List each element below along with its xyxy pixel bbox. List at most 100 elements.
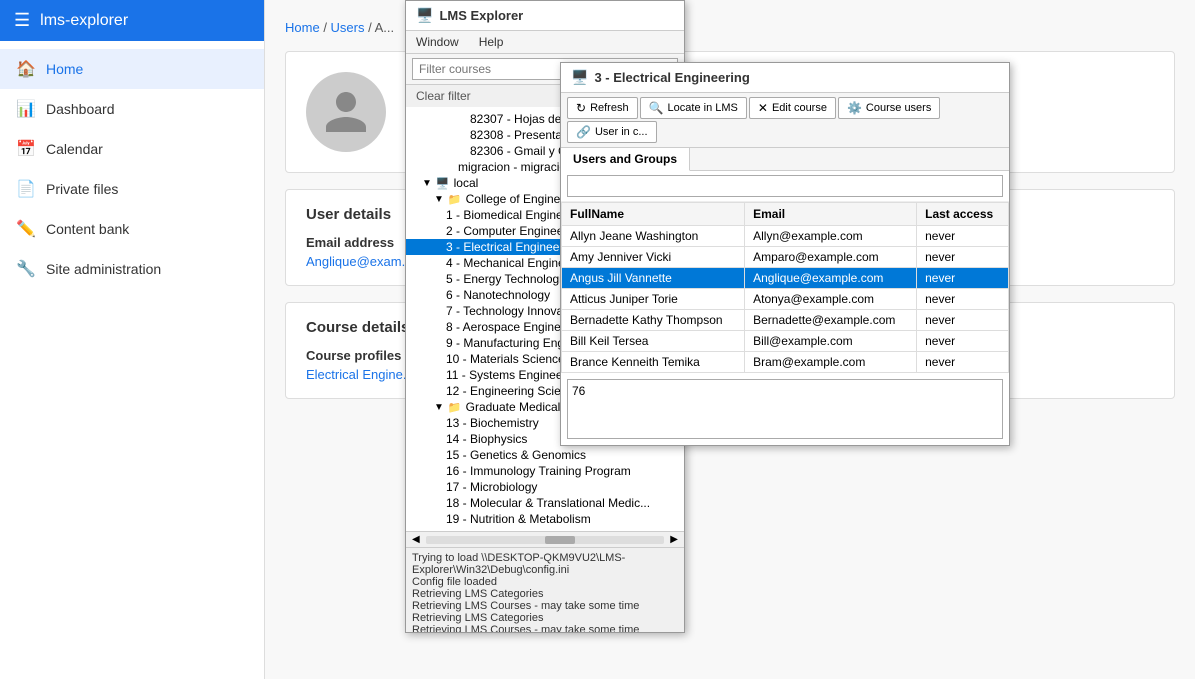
lms-title-bar: 🖥️ LMS Explorer xyxy=(406,1,684,31)
tree-item-microbiology[interactable]: 17 - Microbiology xyxy=(406,479,684,495)
scroll-left-arrow[interactable]: ◀ xyxy=(408,534,424,545)
cell-email: Atonya@example.com xyxy=(745,289,917,310)
status-line-1: Trying to load \\DESKTOP-QKM9VU2\LMS-Exp… xyxy=(412,552,678,576)
college-icon: 📁 xyxy=(448,193,462,206)
sidebar-header: ☰ lms-explorer xyxy=(0,0,264,41)
ee-window: 🖥️ 3 - Electrical Engineering ↻ Refresh … xyxy=(560,62,1010,446)
table-row[interactable]: Brance Kenneith Temika Bram@example.com … xyxy=(562,352,1009,373)
status-line-2: Config file loaded xyxy=(412,576,678,588)
cell-email: Bram@example.com xyxy=(745,352,917,373)
main-content: Home / Users / A... User details Email a… xyxy=(265,0,1195,679)
lms-clear-filter-button[interactable]: Clear filter xyxy=(412,87,475,105)
ee-edit-course-button[interactable]: ✕ Edit course xyxy=(749,97,836,119)
sidebar-item-dashboard[interactable]: 📊 Dashboard xyxy=(0,89,264,129)
cell-fullname: Allyn Jeane Washington xyxy=(562,226,745,247)
tree-item-nutrition[interactable]: 19 - Nutrition & Metabolism xyxy=(406,511,684,527)
table-row[interactable]: Allyn Jeane Washington Allyn@example.com… xyxy=(562,226,1009,247)
lms-menu-window[interactable]: Window xyxy=(406,31,469,53)
lms-title-icon: 🖥️ xyxy=(416,7,433,24)
sidebar-item-calendar-label: Calendar xyxy=(46,141,103,157)
ee-search-input[interactable] xyxy=(567,175,1003,197)
avatar-icon xyxy=(321,87,371,137)
content-bank-icon: ✏️ xyxy=(16,219,36,239)
status-line-5: Retrieving LMS Categories xyxy=(412,612,678,624)
sidebar-item-calendar[interactable]: 📅 Calendar xyxy=(0,129,264,169)
cell-fullname: Bill Keil Tersea xyxy=(562,331,745,352)
ee-toolbar: ↻ Refresh 🔍 Locate in LMS ✕ Edit course … xyxy=(561,93,1009,148)
hamburger-menu[interactable]: ☰ xyxy=(14,10,30,31)
table-row[interactable]: Amy Jenniver Vicki Amparo@example.com ne… xyxy=(562,247,1009,268)
grad-icon: 📁 xyxy=(448,401,462,414)
cell-email: Amparo@example.com xyxy=(745,247,917,268)
file-icon: 📄 xyxy=(16,179,36,199)
cell-fullname: Brance Kenneith Temika xyxy=(562,352,745,373)
cell-access: never xyxy=(917,310,1009,331)
tree-item-molecular[interactable]: 18 - Molecular & Translational Medic... xyxy=(406,495,684,511)
cell-fullname: Angus Jill Vannette xyxy=(562,268,745,289)
ee-title-icon: 🖥️ xyxy=(571,69,588,86)
college-toggle: ▼ xyxy=(434,194,444,205)
sidebar-item-home[interactable]: 🏠 Home xyxy=(0,49,264,89)
ee-content: FullName Email Last access Allyn Jeane W… xyxy=(561,171,1009,445)
breadcrumb-home[interactable]: Home xyxy=(285,20,320,35)
cell-email: Allyn@example.com xyxy=(745,226,917,247)
status-line-4: Retrieving LMS Courses - may take some t… xyxy=(412,600,678,612)
refresh-label: Refresh xyxy=(590,102,629,114)
ee-course-users-button[interactable]: ⚙️ Course users xyxy=(838,97,940,119)
cell-email: Bill@example.com xyxy=(745,331,917,352)
ee-number-value: 76 xyxy=(572,384,585,398)
local-icon: 🖥️ xyxy=(436,177,450,190)
sidebar-item-dashboard-label: Dashboard xyxy=(46,101,115,117)
lms-menubar: Window Help xyxy=(406,31,684,54)
sidebar-item-site-admin[interactable]: 🔧 Site administration xyxy=(0,249,264,289)
col-fullname: FullName xyxy=(562,203,745,226)
local-toggle: ▼ xyxy=(422,178,432,189)
ee-locate-button[interactable]: 🔍 Locate in LMS xyxy=(640,97,747,119)
cell-access: never xyxy=(917,268,1009,289)
ee-title: 3 - Electrical Engineering xyxy=(594,70,749,85)
scroll-right-arrow[interactable]: ▶ xyxy=(666,534,682,545)
cell-access: never xyxy=(917,352,1009,373)
app-title: lms-explorer xyxy=(40,12,128,30)
sidebar-item-home-label: Home xyxy=(46,61,83,77)
status-line-6: Retrieving LMS Courses - may take some t… xyxy=(412,624,678,632)
cell-email: Bernadette@example.com xyxy=(745,310,917,331)
sidebar-nav: 🏠 Home 📊 Dashboard 📅 Calendar 📄 Private … xyxy=(0,41,264,297)
lms-menu-help[interactable]: Help xyxy=(469,31,514,53)
tree-item-genetics[interactable]: 15 - Genetics & Genomics xyxy=(406,447,684,463)
cell-fullname: Bernadette Kathy Thompson xyxy=(562,310,745,331)
course-users-label: Course users xyxy=(866,102,931,114)
edit-label: Edit course xyxy=(772,102,827,114)
scroll-track[interactable] xyxy=(426,536,665,544)
edit-icon: ✕ xyxy=(758,101,768,115)
ee-refresh-button[interactable]: ↻ Refresh xyxy=(567,97,638,119)
table-row[interactable]: Bill Keil Tersea Bill@example.com never xyxy=(562,331,1009,352)
table-row[interactable]: Atticus Juniper Torie Atonya@example.com… xyxy=(562,289,1009,310)
cell-fullname: Amy Jenniver Vicki xyxy=(562,247,745,268)
locate-label: Locate in LMS xyxy=(668,102,738,114)
table-row[interactable]: Bernadette Kathy Thompson Bernadette@exa… xyxy=(562,310,1009,331)
sidebar-item-content-bank[interactable]: ✏️ Content bank xyxy=(0,209,264,249)
users-icon: ⚙️ xyxy=(847,101,862,115)
sidebar-item-site-admin-label: Site administration xyxy=(46,261,161,277)
sidebar-item-private-files-label: Private files xyxy=(46,181,118,197)
refresh-icon: ↻ xyxy=(576,101,586,115)
cell-access: never xyxy=(917,289,1009,310)
tree-item-immunology[interactable]: 16 - Immunology Training Program xyxy=(406,463,684,479)
ee-number-box: 76 xyxy=(567,379,1003,439)
breadcrumb-users[interactable]: Users xyxy=(331,20,365,35)
cell-email: Anglique@example.com xyxy=(745,268,917,289)
col-email: Email xyxy=(745,203,917,226)
sidebar-item-private-files[interactable]: 📄 Private files xyxy=(0,169,264,209)
locate-icon: 🔍 xyxy=(649,101,664,115)
breadcrumb-current: A... xyxy=(375,20,395,35)
ee-user-in-c-button[interactable]: 🔗 User in c... xyxy=(567,121,657,143)
lms-horizontal-scrollbar[interactable]: ◀ ▶ xyxy=(406,531,684,547)
sidebar-item-content-bank-label: Content bank xyxy=(46,221,129,237)
table-row-selected[interactable]: Angus Jill Vannette Anglique@example.com… xyxy=(562,268,1009,289)
cell-access: never xyxy=(917,331,1009,352)
tab-users-groups[interactable]: Users and Groups xyxy=(561,148,690,171)
scroll-thumb xyxy=(545,536,575,544)
ee-tabs: Users and Groups xyxy=(561,148,1009,171)
grad-toggle: ▼ xyxy=(434,402,444,413)
